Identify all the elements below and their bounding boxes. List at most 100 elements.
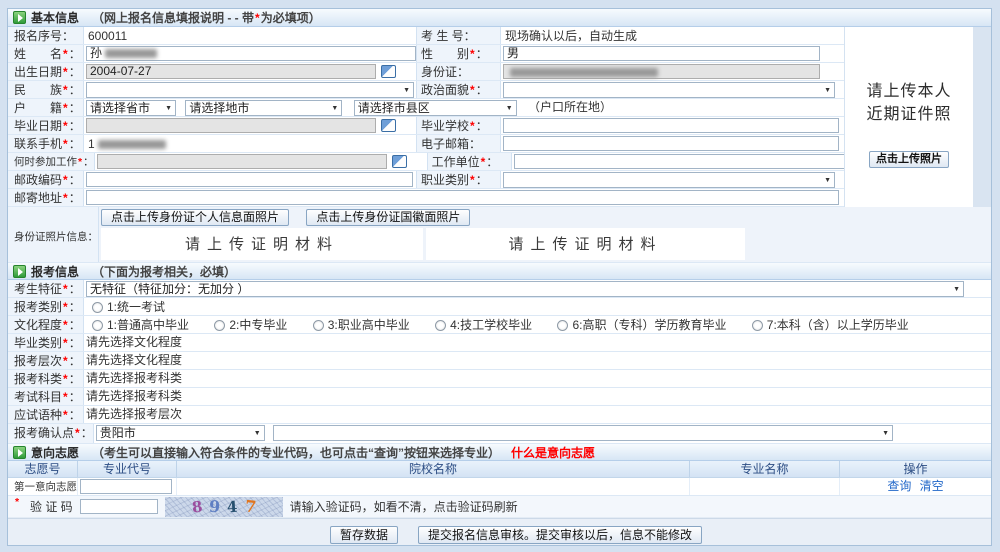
value-text: 请先选择报考层次 (86, 407, 182, 421)
label-text: 报考层次 (14, 354, 62, 368)
county-select[interactable]: 请选择市县区▼ (354, 100, 517, 116)
confirm-site-select[interactable]: ▼ (273, 425, 893, 441)
education-radio-option[interactable]: 1:普通高中毕业 (92, 318, 189, 333)
calendar-icon[interactable] (381, 119, 396, 132)
basic-info-header: 基本信息 （网上报名信息填报说明 - - 带*为必填项） (8, 9, 991, 27)
colon: ： (69, 65, 81, 79)
confirmpoint-zone: 贵阳市▼ ▼ (94, 424, 991, 443)
regno-text: 600011 (88, 29, 127, 43)
label-text: 报考确认点 (14, 426, 74, 440)
radio-icon[interactable] (752, 320, 763, 331)
row-category: 报考类别*： 1:统一考试 (8, 298, 991, 316)
radio-icon[interactable] (214, 320, 225, 331)
radio-icon[interactable] (557, 320, 568, 331)
section-subtitle: （考生可以直接输入符合条件的专业代码，也可点击“查询”按钮来选择专业） (92, 444, 500, 461)
name-input[interactable]: 孙 (86, 46, 416, 61)
nation-zone: ▼ (84, 81, 417, 98)
radio-icon[interactable] (92, 302, 103, 313)
gender-value: 男 (507, 46, 519, 60)
workunit-input[interactable] (514, 154, 850, 169)
star: * (62, 408, 69, 422)
id-front-upload-button[interactable]: 点击上传身份证个人信息面照片 (101, 209, 289, 226)
star: * (62, 65, 69, 79)
level-label: 报考层次*： (8, 352, 84, 369)
city-value: 请选择地市 (189, 101, 249, 115)
volunteer-table-header: 志愿号 专业代号 院校名称 专业名称 操作 (8, 461, 991, 478)
confirm-city-select[interactable]: 贵阳市▼ (96, 425, 265, 441)
label-text: 身份证照片信息 (14, 231, 88, 243)
photo-side-strip (973, 27, 991, 207)
education-radio-option[interactable]: 4:技工学校毕业 (435, 318, 532, 333)
feature-label: 考生特征*： (8, 280, 84, 297)
row-confirmpoint: 报考确认点*： 贵阳市▼ ▼ (8, 424, 991, 444)
colon: ： (69, 47, 81, 61)
star: * (14, 496, 20, 508)
education-radio-option[interactable]: 3:职业高中毕业 (313, 318, 410, 333)
colon: ： (69, 101, 81, 115)
education-zone: 1:普通高中毕业 2:中专毕业 3:职业高中毕业 4:技工学校毕业 6:高职（专… (84, 316, 991, 333)
calendar-icon[interactable] (381, 65, 396, 78)
gender-input[interactable]: 男 (503, 46, 820, 61)
col-volunteer-no: 志愿号 (8, 461, 78, 477)
idcard-input[interactable] (503, 64, 820, 79)
save-draft-button[interactable]: 暂存数据 (330, 526, 398, 544)
birth-input[interactable]: 2004-07-27 (86, 64, 376, 79)
what-is-volunteer-link[interactable]: 什么是意向志愿 (511, 444, 595, 461)
required-star: * (254, 11, 261, 25)
id-back-upload-button[interactable]: 点击上传身份证国徽面照片 (306, 209, 470, 226)
gradschool-input[interactable] (503, 118, 839, 133)
phone-label: 联系手机*： (8, 135, 84, 152)
colon: ： (69, 408, 81, 422)
row-examsubjects: 考试科目*： 请先选择报考科类 (8, 388, 991, 406)
gender-label: 性 别*： (417, 45, 501, 62)
submit-button[interactable]: 提交报名信息审核。提交审核以后，信息不能修改 (418, 526, 702, 544)
province-select[interactable]: 请选择省市▼ (86, 100, 176, 116)
career-label: 职业类别*： (417, 171, 501, 188)
photo-text-line1: 请上传本人 (845, 79, 973, 102)
section-subtitle: （下面为报考相关，必填） (92, 263, 236, 280)
row-gradtype: 毕业类别*： 请先选择文化程度 (8, 334, 991, 352)
city-select[interactable]: 请选择地市▼ (185, 100, 342, 116)
captcha-image[interactable]: 8 9 4 7 (165, 497, 283, 517)
phone-value: 1 (88, 137, 95, 151)
label-text: 职业类别 (421, 173, 469, 187)
feature-select[interactable]: 无特征（特征加分：无加分 ）▼ (86, 281, 964, 297)
value-text: 请先选择文化程度 (86, 335, 182, 349)
photo-upload-button[interactable]: 点击上传照片 (869, 151, 949, 168)
idphoto-label: 身份证照片信息： (8, 207, 99, 262)
photo-upload-panel: 请上传本人近期证件照 点击上传照片 (844, 27, 973, 207)
radio-icon[interactable] (92, 320, 103, 331)
captcha-input[interactable] (80, 499, 158, 514)
candno-label: 考 生 号： (417, 27, 501, 44)
colon: ： (88, 231, 99, 243)
postcode-input[interactable] (86, 172, 413, 187)
radio-icon[interactable] (313, 320, 324, 331)
calendar-icon[interactable] (392, 155, 407, 168)
radio-icon[interactable] (435, 320, 446, 331)
education-radio-option[interactable]: 6:高职（专科）学历教育毕业 (557, 318, 726, 333)
form-panel: 基本信息 （网上报名信息填报说明 - - 带*为必填项） 报名序号： 60001… (7, 8, 992, 546)
nation-select[interactable]: ▼ (86, 82, 414, 98)
label-text: 身份证 (421, 65, 457, 79)
email-input[interactable] (503, 136, 839, 151)
career-select[interactable]: ▼ (503, 172, 835, 188)
chevron-down-icon: ▼ (254, 430, 261, 437)
workstart-zone (95, 153, 428, 170)
residence-label: 户 籍*： (8, 99, 84, 116)
colon: ： (69, 119, 81, 133)
query-link[interactable]: 查询 (887, 479, 911, 493)
label-text: 考试科目 (14, 390, 62, 404)
politics-select[interactable]: ▼ (503, 82, 835, 98)
chevron-down-icon: ▼ (824, 177, 831, 184)
address-input[interactable] (86, 190, 839, 205)
major-code-input[interactable] (80, 479, 172, 494)
option-label: 2:中专毕业 (229, 318, 287, 332)
clear-link[interactable]: 清空 (920, 479, 944, 493)
option-label: 6:高职（专科）学历教育毕业 (572, 318, 726, 332)
graddate-input[interactable] (86, 118, 376, 133)
category-radio-option[interactable]: 1:统一考试 (92, 300, 165, 315)
education-radio-option[interactable]: 7:本科（含）以上学历毕业 (752, 318, 909, 333)
workstart-input[interactable] (97, 154, 387, 169)
star: * (62, 119, 69, 133)
education-radio-option[interactable]: 2:中专毕业 (214, 318, 287, 333)
